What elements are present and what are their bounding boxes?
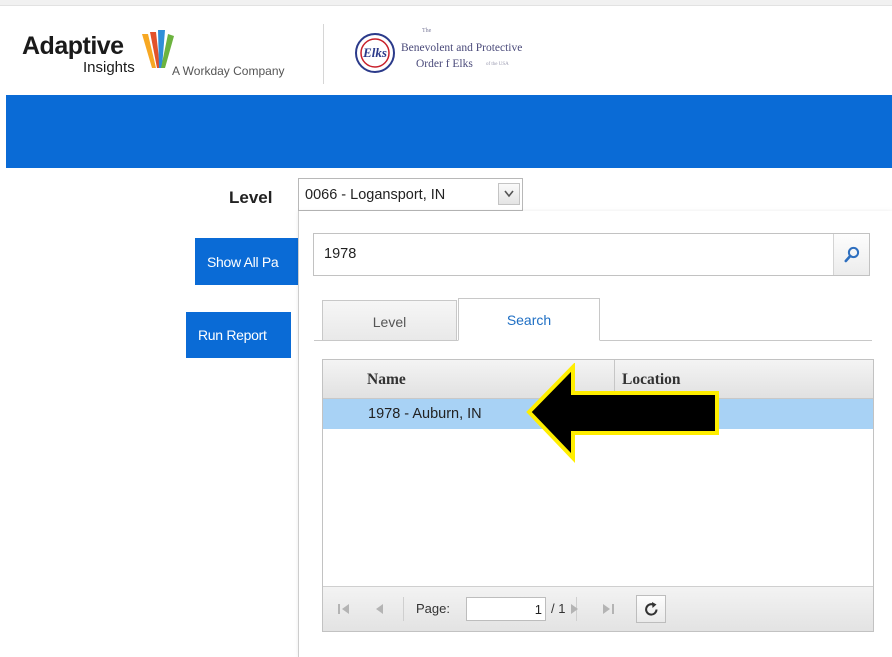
adaptive-logo-icon [142,30,174,68]
show-all-label: Show All Pa [207,254,279,270]
level-select-value: 0066 - Logansport, IN [305,187,446,203]
show-all-button[interactable]: Show All Pa [195,238,305,285]
brand-name: Adaptive [22,32,124,60]
column-header-name[interactable]: Name [367,371,406,389]
search-icon [844,246,860,263]
level-label: Level [229,188,273,207]
last-page-icon[interactable] [601,602,615,616]
pager-separator [403,597,404,621]
tab-level-label: Level [372,314,407,330]
level-select[interactable]: 0066 - Logansport, IN [298,178,523,211]
blue-banner [6,95,892,168]
chevron-down-icon [504,190,514,198]
page-number-input[interactable]: 1 [466,597,546,621]
run-report-label: Run Report [198,327,267,343]
header-divider [323,24,324,84]
page-number-value: 1 [534,602,542,617]
row-name-cell: 1978 - Auburn, IN [368,406,482,422]
annotation-arrow-icon [526,363,719,463]
page-total: / 1 [551,601,566,616]
page-label: Page: [416,601,450,616]
partner-name-line1: Benevolent and Protective [401,42,523,54]
previous-page-icon[interactable] [373,602,387,616]
brand-tagline: A Workday Company [172,64,285,78]
first-page-icon[interactable] [337,602,351,616]
search-input[interactable]: 1978 [313,233,870,276]
refresh-button[interactable] [636,595,666,623]
refresh-icon [645,602,658,616]
pagination-bar: Page: 1 / 1 [323,586,873,631]
app-header: Adaptive Insights A Workday Company Elks… [0,6,892,95]
tab-bar: Level Search [314,296,872,341]
brand-sub: Insights [83,59,135,76]
tab-search-label: Search [506,312,552,328]
elks-logo-icon: Elks [355,33,395,73]
search-button[interactable] [833,234,869,275]
next-page-icon[interactable] [567,602,581,616]
tab-search[interactable]: Search [458,298,600,341]
partner-small: The [422,28,432,34]
level-dropdown-button[interactable] [498,183,520,205]
run-report-button[interactable]: Run Report [186,312,291,358]
partner-name-line2: Order f Elks [416,58,473,70]
tab-level[interactable]: Level [322,300,457,341]
annotation-arrow-shape [526,363,719,463]
partner-tiny: of the USA [486,62,509,67]
elks-logo-text: Elks [362,45,387,60]
search-input-value: 1978 [324,246,357,262]
